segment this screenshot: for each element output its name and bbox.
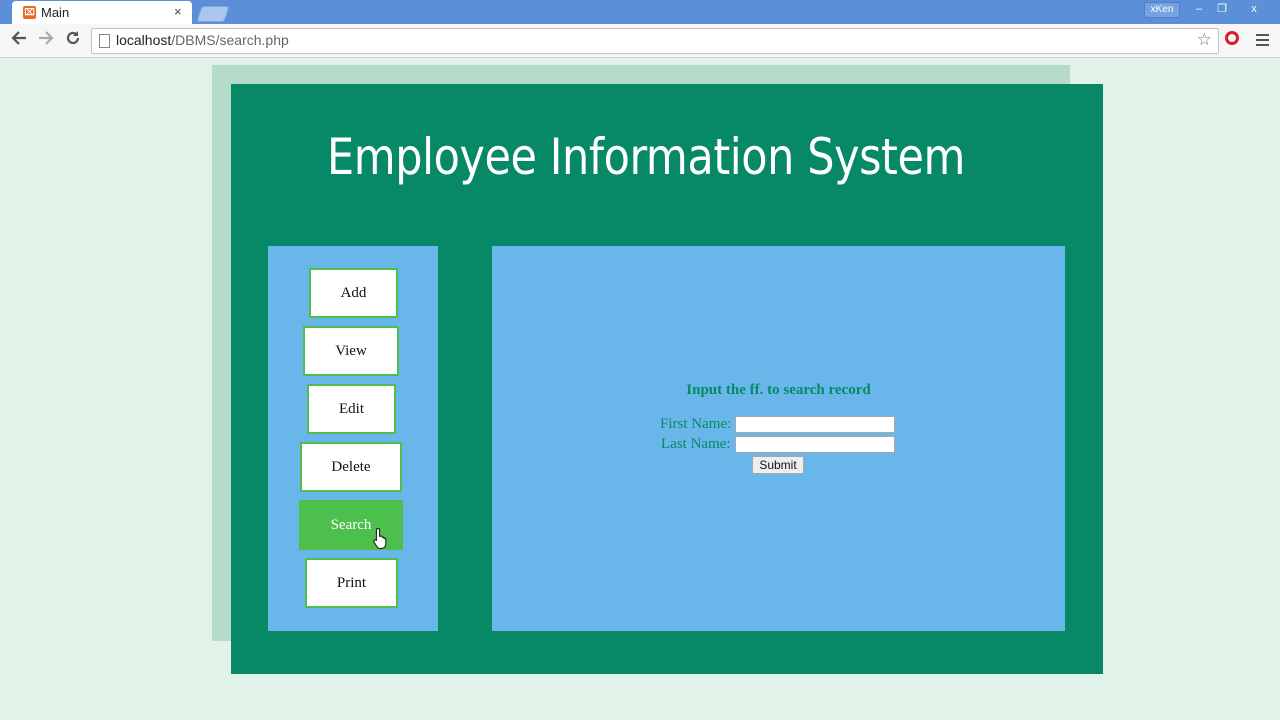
submit-button[interactable]: Submit: [752, 456, 804, 474]
edit-button[interactable]: Edit: [307, 384, 396, 434]
add-button[interactable]: Add: [309, 268, 398, 318]
page-title: Employee Information System: [327, 128, 965, 186]
back-arrow-icon[interactable]: [8, 29, 30, 51]
tab-close-icon[interactable]: ×: [174, 4, 182, 19]
hand-pointer-cursor-icon: [373, 527, 387, 549]
side-menu: Add View Edit Delete Search Print: [268, 246, 438, 631]
restore-button[interactable]: ❐: [1211, 2, 1233, 16]
address-bar[interactable]: localhost/DBMS/search.php ☆: [91, 28, 1219, 54]
forward-arrow-icon[interactable]: [35, 29, 57, 51]
last-name-label: Last Name:: [661, 436, 731, 452]
minimize-button[interactable]: –: [1188, 2, 1210, 16]
url-text: localhost/DBMS/search.php: [116, 32, 289, 48]
page-icon: [99, 34, 110, 48]
hamburger-menu-icon[interactable]: [1256, 34, 1269, 46]
last-name-field[interactable]: [735, 436, 895, 453]
close-window-button[interactable]: x: [1236, 2, 1272, 16]
print-button[interactable]: Print: [305, 558, 398, 608]
delete-button[interactable]: Delete: [300, 442, 402, 492]
browser-toolbar: localhost/DBMS/search.php ☆: [0, 24, 1280, 58]
search-content-panel: Input the ff. to search record First Nam…: [492, 246, 1065, 631]
first-name-field[interactable]: [735, 416, 895, 433]
reload-icon[interactable]: [62, 29, 84, 51]
new-tab-button[interactable]: [196, 6, 230, 22]
browser-titlebar: ⌧ Main × xKen – ❐ x: [0, 0, 1280, 24]
opera-extension-icon[interactable]: [1225, 31, 1239, 45]
browser-tab[interactable]: ⌧ Main ×: [12, 1, 192, 24]
search-heading: Input the ff. to search record: [686, 382, 871, 398]
star-icon[interactable]: ☆: [1197, 30, 1212, 50]
view-button[interactable]: View: [303, 326, 399, 376]
tab-title: Main: [41, 5, 70, 20]
profile-user-badge[interactable]: xKen: [1144, 2, 1180, 18]
xampp-favicon-icon: ⌧: [23, 6, 36, 19]
first-name-label: First Name:: [660, 416, 732, 432]
